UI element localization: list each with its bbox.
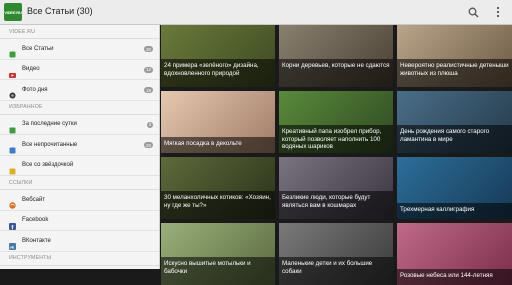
web-icon	[9, 196, 16, 209]
article-tile[interactable]: 24 примера «зелёного» дизайна, вдохновле…	[161, 25, 275, 87]
count-badge: 30	[144, 46, 153, 52]
count-badge: 12	[144, 66, 153, 73]
sidebar-item-label: Facebook	[22, 217, 49, 224]
article-tile[interactable]: Мягкая посадка в декольте	[161, 91, 275, 153]
article-title: Безликие люди, которые будут являться ва…	[279, 191, 393, 219]
article-title: 24 примера «зелёного» дизайна, вдохновле…	[161, 59, 275, 87]
action-bar: VIDEE.RU Все Статьи (30)	[0, 0, 512, 25]
sidebar-item[interactable]: Все непрочитанные 26	[0, 135, 159, 156]
sidebar-item-label: Все непрочитанные	[22, 141, 78, 148]
article-title: Креативный папа изобрел прибор, который …	[279, 125, 393, 153]
sidebar-item[interactable]: f Facebook	[0, 211, 159, 231]
yellow-square-icon	[9, 162, 16, 175]
sidebar-item-label: Фото дня	[22, 86, 48, 93]
sidebar-item[interactable]: Видео 12	[0, 60, 159, 80]
article-tile[interactable]: Невероятно реалистичные детеныши животны…	[397, 25, 512, 87]
blue-square-icon	[9, 141, 16, 154]
article-tile[interactable]: Корни деревьев, которые не сдаются	[279, 25, 393, 87]
article-title: Маленькие детки и их большие собаки	[279, 257, 393, 285]
sidebar-item[interactable]: Все со звёздочкой	[0, 156, 159, 176]
sidebar-item[interactable]: Фото дня 18	[0, 80, 159, 101]
article-tile[interactable]: Трехмерная каллиграфия	[397, 157, 512, 219]
section-header: ИНСТРУМЕНТЫ	[0, 252, 159, 266]
article-title: Корни деревьев, которые не сдаются	[279, 59, 393, 87]
sidebar-item-label: ВКонтакте	[22, 237, 51, 244]
article-title: Мягкая посадка в декольте	[161, 137, 275, 153]
photo-icon	[9, 86, 16, 99]
vk-icon: vk	[9, 237, 16, 251]
navigation-drawer: VIDEE.RU Все Статьи 30 Видео 12 Фото дня 18 ИЗБ…	[0, 25, 160, 269]
section-header: VIDEE.RU	[0, 25, 159, 39]
article-tile[interactable]: Искусно вышитые мотыльки и бабочки	[161, 223, 275, 285]
count-badge: 6	[147, 121, 153, 128]
sidebar-item[interactable]: Все Статьи 30	[0, 39, 159, 60]
sidebar-item-label: За последние сутки	[22, 121, 77, 128]
sidebar-item-label: Все Статьи	[22, 45, 54, 52]
sidebar-item-label: Все со звёздочкой	[22, 162, 74, 169]
sidebar-item[interactable]: За последние сутки 6	[0, 115, 159, 135]
article-title: День рождения самого старого ламантина в…	[397, 125, 512, 153]
article-title: Искусно вышитые мотыльки и бабочки	[161, 257, 275, 285]
article-title: Розовые небеса или 144-летняя	[397, 269, 512, 285]
article-tile[interactable]: День рождения самого старого ламантина в…	[397, 91, 512, 153]
sidebar-item-label: Вебсайт	[22, 196, 46, 203]
facebook-icon: f	[9, 217, 16, 231]
search-icon[interactable]	[465, 4, 481, 20]
article-title: 30 меланхоличных котиков: «Хозяин, ну гд…	[161, 191, 275, 219]
green-square-icon	[9, 121, 16, 134]
sidebar-item[interactable]: vk ВКонтакте	[0, 231, 159, 252]
overflow-menu-icon[interactable]	[490, 4, 506, 20]
article-tile[interactable]: Безликие люди, которые будут являться ва…	[279, 157, 393, 219]
sidebar-item-label: Видео	[22, 66, 40, 73]
article-grid: 24 примера «зелёного» дизайна, вдохновле…	[161, 25, 512, 285]
article-tile[interactable]: 30 меланхоличных котиков: «Хозяин, ну гд…	[161, 157, 275, 219]
section-header: ССЫЛКИ	[0, 176, 159, 190]
section-header: ИЗБРАННОЕ	[0, 101, 159, 115]
green-square-icon	[9, 45, 16, 58]
svg-text:vk: vk	[10, 245, 15, 250]
app-logo[interactable]: VIDEE.RU	[4, 3, 22, 21]
article-tile[interactable]: Розовые небеса или 144-летняя	[397, 223, 512, 285]
page-title: Все Статьи (30)	[27, 6, 93, 16]
article-title: Трехмерная каллиграфия	[397, 203, 512, 219]
count-badge: 26	[144, 142, 153, 148]
sidebar-item[interactable]: Вебсайт	[0, 190, 159, 211]
article-title: Невероятно реалистичные детеныши животны…	[397, 59, 512, 87]
article-tile[interactable]: Креативный папа изобрел прибор, который …	[279, 91, 393, 153]
count-badge: 18	[144, 87, 153, 93]
video-icon	[9, 66, 16, 78]
article-tile[interactable]: Маленькие детки и их большие собаки	[279, 223, 393, 285]
